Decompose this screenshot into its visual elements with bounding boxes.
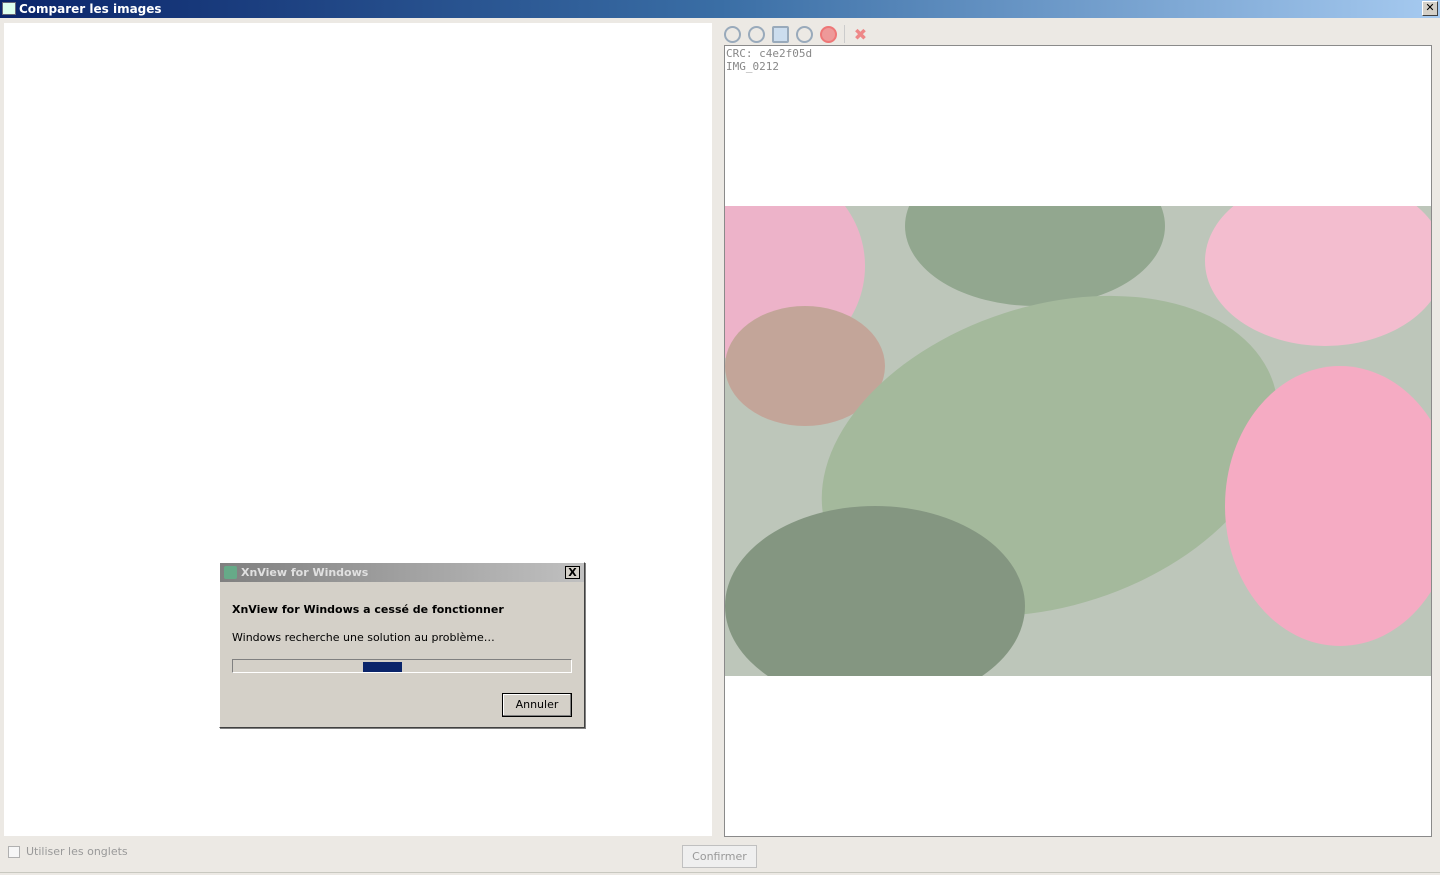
image-info: CRC: c4e2f05d IMG_0212 (726, 47, 812, 73)
window-titlebar: Comparer les images ✕ (0, 0, 1440, 18)
right-image-pane: CRC: c4e2f05d IMG_0212 (724, 45, 1432, 837)
window-close-button[interactable]: ✕ (1422, 1, 1438, 16)
divider (0, 872, 1440, 873)
dialog-message: Windows recherche une solution au problè… (232, 631, 495, 644)
zoom-in-icon[interactable] (724, 25, 741, 43)
viewer-toolbar: ✖ (724, 24, 869, 44)
zoom-out-icon[interactable] (748, 25, 765, 43)
app-icon (224, 566, 237, 579)
window-title: Comparer les images (19, 2, 162, 16)
filename-label: IMG_0212 (726, 60, 779, 73)
crc-label: CRC: c4e2f05d (726, 47, 813, 60)
flower-shape (1205, 206, 1431, 346)
leaf-shape (905, 206, 1165, 306)
dialog-title: XnView for Windows (241, 566, 369, 579)
dialog-titlebar: XnView for Windows X (220, 563, 584, 582)
progress-bar (232, 659, 572, 673)
delete-icon[interactable]: ✖ (852, 26, 869, 43)
image-preview (725, 206, 1431, 676)
cancel-button[interactable]: Annuler (502, 693, 572, 717)
fit-icon[interactable] (772, 25, 789, 43)
tabs-checkbox-label[interactable]: Utiliser les onglets (26, 845, 128, 858)
dialog-heading: XnView for Windows a cessé de fonctionne… (232, 603, 504, 616)
dialog-close-button[interactable]: X (565, 566, 580, 579)
zoom-icon[interactable] (796, 25, 813, 43)
confirm-button[interactable]: Confirmer (682, 845, 757, 868)
progress-fill (363, 662, 402, 672)
error-dialog: XnView for Windows X XnView for Windows … (219, 562, 585, 728)
app-icon (2, 2, 16, 15)
tabs-checkbox[interactable] (8, 846, 20, 858)
stop-icon[interactable] (820, 25, 837, 43)
toolbar-separator (844, 25, 845, 43)
